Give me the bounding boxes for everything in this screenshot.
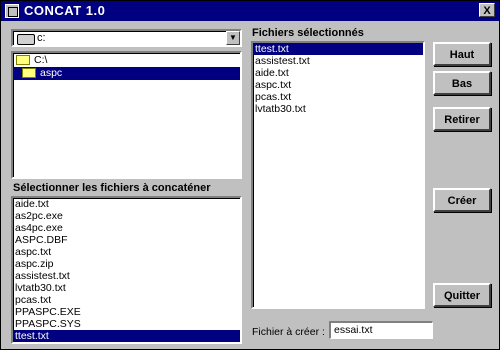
file-list-item[interactable]: PPASPC.EXE: [13, 306, 240, 318]
file-list-item[interactable]: PPASPC.SYS: [13, 318, 240, 330]
up-button[interactable]: Haut: [433, 42, 491, 66]
files-label: Sélectionner les fichiers à concaténer: [13, 182, 211, 194]
create-button[interactable]: Créer: [433, 188, 491, 212]
directory-list[interactable]: C:\ aspc: [11, 51, 242, 179]
chevron-down-icon[interactable]: ▼: [226, 31, 240, 45]
folder-open-icon: [22, 68, 36, 79]
selected-files-list[interactable]: ttest.txt assistest.txt aide.txt aspc.txt pc…: [251, 41, 425, 309]
output-file-label: Fichier à créer :: [252, 326, 325, 338]
output-file-input[interactable]: essai.txt: [329, 321, 433, 339]
selected-file-item[interactable]: pcas.txt: [253, 91, 423, 103]
selected-files-label: Fichiers sélectionnés: [252, 27, 364, 39]
directory-item-root[interactable]: C:\: [16, 54, 47, 67]
file-list-item[interactable]: ASPC.DBF: [13, 234, 240, 246]
app-icon: [5, 4, 19, 18]
file-list-item[interactable]: aspc.txt: [13, 246, 240, 258]
concat-window: CONCAT 1.0 X c: ▼ C:\ aspc Sélectionner …: [0, 0, 500, 350]
selected-file-item[interactable]: aide.txt: [253, 67, 423, 79]
folder-open-icon: [16, 55, 30, 66]
file-list-item[interactable]: aide.txt: [13, 198, 240, 210]
directory-item-aspc[interactable]: aspc: [13, 67, 240, 80]
drive-select[interactable]: c: ▼: [11, 29, 242, 47]
drive-icon: [17, 34, 35, 45]
remove-button[interactable]: Retirer: [433, 107, 491, 131]
file-list-item[interactable]: ttest.txt: [13, 330, 240, 342]
file-list-item[interactable]: lvtatb30.txt: [13, 282, 240, 294]
drive-value: c:: [37, 32, 46, 44]
close-button[interactable]: X: [479, 3, 495, 17]
quit-button[interactable]: Quitter: [433, 283, 491, 307]
selected-file-item[interactable]: ttest.txt: [253, 43, 423, 55]
file-list-item[interactable]: as4pc.exe: [13, 222, 240, 234]
file-list-item[interactable]: aspc.zip: [13, 258, 240, 270]
file-list-item[interactable]: as2pc.exe: [13, 210, 240, 222]
selected-file-item[interactable]: assistest.txt: [253, 55, 423, 67]
file-list-item[interactable]: pcas.txt: [13, 294, 240, 306]
window-title: CONCAT 1.0: [24, 3, 106, 18]
down-button[interactable]: Bas: [433, 71, 491, 95]
selected-file-item[interactable]: aspc.txt: [253, 79, 423, 91]
selected-file-item[interactable]: lvtatb30.txt: [253, 103, 423, 115]
files-list[interactable]: aide.txt as2pc.exe as4pc.exe ASPC.DBF aspc.t…: [11, 196, 242, 344]
title-bar: CONCAT 1.0 X: [1, 1, 499, 21]
file-list-item[interactable]: assistest.txt: [13, 270, 240, 282]
